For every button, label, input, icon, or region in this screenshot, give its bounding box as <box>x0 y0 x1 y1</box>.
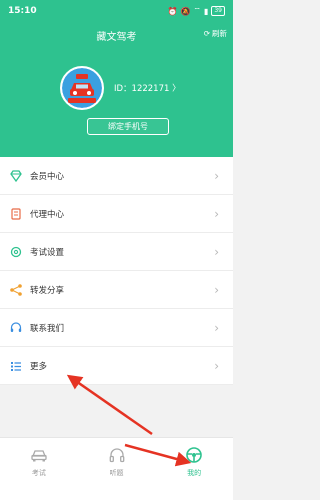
menu-item-agent-center[interactable]: 代理中心 › <box>0 195 233 233</box>
alarm-icon: ⏰ <box>167 6 178 16</box>
menu-item-share[interactable]: 转发分享 › <box>0 271 233 309</box>
menu-item-label: 更多 <box>30 361 48 372</box>
refresh-label: 刷新 <box>212 29 227 38</box>
chevron-right-icon: › <box>214 207 219 221</box>
tab-label: 考试 <box>31 469 46 477</box>
menu-item-exam-settings[interactable]: 考试设置 › <box>0 233 233 271</box>
diamond-icon <box>9 169 23 183</box>
user-id[interactable]: ID：1222171 〉 <box>114 82 181 94</box>
chevron-right-icon: › <box>214 283 219 297</box>
chevron-right-icon: › <box>214 321 219 335</box>
page-title: 藏文驾考 <box>96 32 137 43</box>
agent-icon <box>9 207 23 221</box>
menu-list: 会员中心 › 代理中心 › 考试设置 › 转发分享 › 联系我们 › 更多 › <box>0 157 233 385</box>
menu-item-label: 会员中心 <box>30 171 65 182</box>
tab-label: 我的 <box>187 469 202 477</box>
battery-icon: 39 <box>211 6 225 16</box>
status-bar: 15:10 ⏰ 🔕 ⌔ ▮ 39 <box>0 0 233 22</box>
share-icon <box>9 283 23 297</box>
headset-icon <box>9 321 23 335</box>
tab-mine[interactable]: 我的 <box>155 438 233 500</box>
signal-icon: ▮ <box>203 6 209 16</box>
menu-item-label: 转发分享 <box>30 285 65 296</box>
status-time: 15:10 <box>8 6 37 16</box>
menu-item-label: 考试设置 <box>30 247 65 258</box>
arrow-to-more <box>66 374 153 436</box>
menu-item-contact-us[interactable]: 联系我们 › <box>0 309 233 347</box>
tab-exam[interactable]: 考试 <box>0 438 78 500</box>
list-icon <box>9 359 23 373</box>
refresh-button[interactable]: ⟳ 刷新 <box>204 28 227 39</box>
nav-bar: 藏文驾考 ⟳ 刷新 <box>0 24 233 44</box>
refresh-icon: ⟳ <box>203 29 210 38</box>
chevron-right-icon: › <box>214 169 219 183</box>
bind-phone-button[interactable]: 绑定手机号 <box>87 118 169 135</box>
bottom-tab-bar: 考试 听题 我的 <box>0 437 233 500</box>
menu-item-more[interactable]: 更多 › <box>0 347 233 385</box>
wifi-icon: ⌔ <box>193 6 201 15</box>
settings-icon <box>9 245 23 259</box>
chevron-right-icon: › <box>214 245 219 259</box>
avatar[interactable] <box>60 66 104 110</box>
chevron-right-icon: › <box>214 359 219 373</box>
mute-icon: 🔕 <box>180 6 191 16</box>
car-icon <box>31 450 47 462</box>
menu-item-label: 联系我们 <box>30 323 65 334</box>
headphones-icon <box>109 448 124 463</box>
car-logo-icon <box>62 68 102 108</box>
tab-listen[interactable]: 听题 <box>78 438 156 500</box>
steering-wheel-icon <box>186 447 202 463</box>
menu-item-member-center[interactable]: 会员中心 › <box>0 157 233 195</box>
menu-item-label: 代理中心 <box>30 209 65 220</box>
tab-label: 听题 <box>109 469 124 477</box>
profile-header: 15:10 ⏰ 🔕 ⌔ ▮ 39 藏文驾考 ⟳ 刷新 ID：1222171 〉 … <box>0 0 233 157</box>
status-icons: ⏰ 🔕 ⌔ ▮ 39 <box>167 6 225 16</box>
